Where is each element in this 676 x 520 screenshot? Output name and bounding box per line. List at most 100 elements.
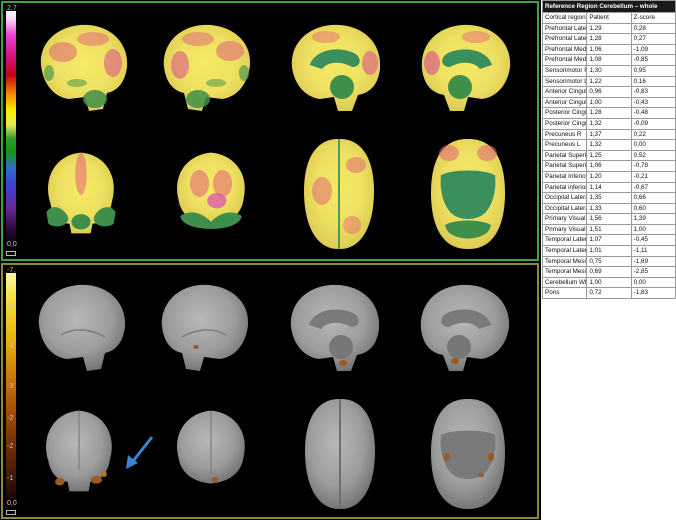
cell-patient: 1,37 bbox=[586, 128, 632, 141]
cell-z-score: 1,39 bbox=[630, 213, 676, 225]
color-scale-bar bbox=[6, 11, 16, 248]
cell-patient: 0,72 bbox=[586, 287, 632, 300]
cell-z-score: -0,83 bbox=[630, 86, 676, 98]
cell-region: Prefrontal Lateral R bbox=[541, 22, 588, 35]
cell-z-score: 0,66 bbox=[630, 192, 676, 204]
cell-patient: 1,06 bbox=[586, 160, 632, 172]
cell-region: Precuneus L bbox=[541, 139, 588, 151]
cell-patient: 1,06 bbox=[586, 43, 632, 56]
cell-patient: 1,28 bbox=[586, 33, 632, 45]
cell-z-score: -0,45 bbox=[630, 234, 676, 247]
cell-region: Primary Visual R bbox=[541, 213, 588, 225]
cell-z-score: 0,00 bbox=[630, 276, 676, 289]
cell-region: Pons bbox=[541, 287, 588, 300]
table-row: Occipital Lateral L1,330,60 bbox=[541, 202, 676, 215]
z-score-view-panel[interactable]: -7, -5 -4 -3 -2 -2 -1 0,0 bbox=[1, 263, 539, 519]
cell-region: Anterior Cingulate L bbox=[541, 96, 588, 109]
table-row: Anterior Cingulate L1,00-0,43 bbox=[541, 96, 676, 109]
cell-z-score: 0,95 bbox=[630, 64, 676, 77]
cell-z-score: -0,09 bbox=[630, 117, 676, 130]
table-row: Parietal Inferior R1,20-0,21 bbox=[541, 170, 676, 183]
grey-brain-superior[interactable] bbox=[299, 395, 381, 513]
cell-region: Temporal Mesial R bbox=[541, 255, 588, 268]
cell-patient: 1,32 bbox=[586, 139, 632, 151]
metabolism-view-panel[interactable]: 2,7 0,0 bbox=[1, 1, 539, 261]
table-row: Posterior Cingulate L1,32-0,09 bbox=[541, 117, 676, 130]
cell-z-score: -1,69 bbox=[630, 255, 676, 268]
cell-patient: 1,22 bbox=[586, 75, 632, 88]
cell-region: Prefrontal Medial R bbox=[541, 43, 588, 56]
table-row: Anterior Cingulate R0,96-0,83 bbox=[541, 86, 676, 98]
cell-patient: 1,07 bbox=[586, 234, 632, 247]
cell-z-score: 0,27 bbox=[630, 33, 676, 45]
brain-inferior[interactable] bbox=[425, 135, 511, 253]
cell-z-score: -0,78 bbox=[630, 160, 676, 172]
cell-z-score: -0,43 bbox=[630, 96, 676, 109]
cell-z-score: 0,16 bbox=[630, 75, 676, 88]
cell-patient: 1,08 bbox=[586, 54, 632, 66]
table-row: Prefrontal Medial L1,08-0,85 bbox=[541, 54, 676, 66]
table-row: Prefrontal Lateral R1,290,28 bbox=[541, 22, 676, 35]
table-row: Cerebellum Whole1,000,00 bbox=[541, 276, 676, 289]
brain-medial-left[interactable] bbox=[416, 17, 516, 117]
table-row: Temporal Lateral R1,07-0,45 bbox=[541, 234, 676, 247]
cell-z-score: 0,28 bbox=[630, 22, 676, 35]
brain-posterior[interactable] bbox=[163, 145, 259, 241]
cell-z-score: 0,52 bbox=[630, 149, 676, 162]
cell-region: Prefrontal Medial L bbox=[541, 54, 588, 66]
brain-superior[interactable] bbox=[298, 135, 380, 253]
cell-region: Cerebellum Whole bbox=[541, 276, 588, 289]
table-row: Parietal inferior L1,14-0,67 bbox=[541, 181, 676, 194]
cell-z-score: -0,67 bbox=[630, 181, 676, 194]
cell-z-score: -1,09 bbox=[630, 43, 676, 56]
z-tick-label: -4 bbox=[7, 343, 14, 350]
brain-lateral-right[interactable] bbox=[33, 17, 133, 117]
cell-patient: 1,29 bbox=[586, 22, 632, 35]
grey-brain-lateral-left[interactable] bbox=[156, 277, 256, 377]
cell-z-score: 0,00 bbox=[630, 139, 676, 151]
cell-region: Sensorimotor R bbox=[541, 64, 588, 77]
header-cortical-region: Cortical region bbox=[541, 12, 588, 24]
cell-region: Temporal Mesial L bbox=[541, 266, 588, 278]
cell-patient: 1,25 bbox=[586, 149, 632, 162]
scale-chip bbox=[6, 251, 16, 256]
z-tick-label: -5 bbox=[7, 303, 14, 310]
table-row: Sensorimotor L 1,22 0,16 bbox=[541, 75, 676, 88]
brain-viewer: 2,7 0,0 -7, -5 -4 -3 -2 -2 -1 0,0 bbox=[0, 0, 541, 520]
cell-patient: 1,35 bbox=[586, 192, 632, 204]
cell-patient: 0,69 bbox=[586, 266, 632, 278]
cell-patient: 1,33 bbox=[586, 202, 632, 215]
brain-medial-right[interactable] bbox=[286, 17, 386, 117]
cell-region: Parietal Inferior R bbox=[541, 170, 588, 183]
cell-z-score: -1,11 bbox=[630, 245, 676, 257]
cell-z-score: 0,22 bbox=[630, 128, 676, 141]
cell-z-score: 1,00 bbox=[630, 223, 676, 236]
table-title: Reference Region Cerebellum – whole bbox=[542, 0, 676, 13]
table-row: Precuneus R 1,37 0,22 bbox=[541, 128, 676, 141]
cell-region: Sensorimotor L bbox=[541, 75, 588, 88]
cell-region: Precuneus R bbox=[541, 128, 588, 141]
grey-brain-lateral-right[interactable] bbox=[31, 277, 131, 377]
table-row: Temporal Lateral L1,01-1,11 bbox=[541, 245, 676, 257]
table-row: Prefrontal Lateral L1,280,27 bbox=[541, 33, 676, 45]
z-scale-min-label: 0,0 bbox=[7, 500, 17, 507]
grey-brain-medial-right[interactable] bbox=[285, 277, 385, 377]
cell-region: Anterior Cingulate R bbox=[541, 86, 588, 98]
table-row: Sensorimotor R 1,30 0,95 bbox=[541, 64, 676, 77]
z-scale-chip bbox=[6, 510, 16, 515]
scale-min-label: 0,0 bbox=[7, 241, 17, 248]
cell-z-score: -1,83 bbox=[630, 287, 676, 300]
grey-brain-anterior[interactable] bbox=[31, 403, 127, 499]
cell-region: Temporal Lateral L bbox=[541, 245, 588, 257]
z-tick-label: -2 bbox=[7, 415, 14, 422]
table-header-row: Cortical region Patient Z-score bbox=[541, 12, 676, 24]
cell-region: Posterior Cingulate L bbox=[541, 117, 588, 130]
grey-brain-inferior[interactable] bbox=[425, 395, 511, 513]
grey-brain-posterior[interactable] bbox=[163, 403, 259, 499]
brain-lateral-left[interactable] bbox=[158, 17, 258, 117]
grey-brain-medial-left[interactable] bbox=[415, 277, 515, 377]
cell-region: Primary Visual L bbox=[541, 223, 588, 236]
brain-anterior[interactable] bbox=[33, 145, 129, 241]
cell-z-score: -0,21 bbox=[630, 170, 676, 183]
header-z-score: Z-score bbox=[630, 12, 676, 24]
